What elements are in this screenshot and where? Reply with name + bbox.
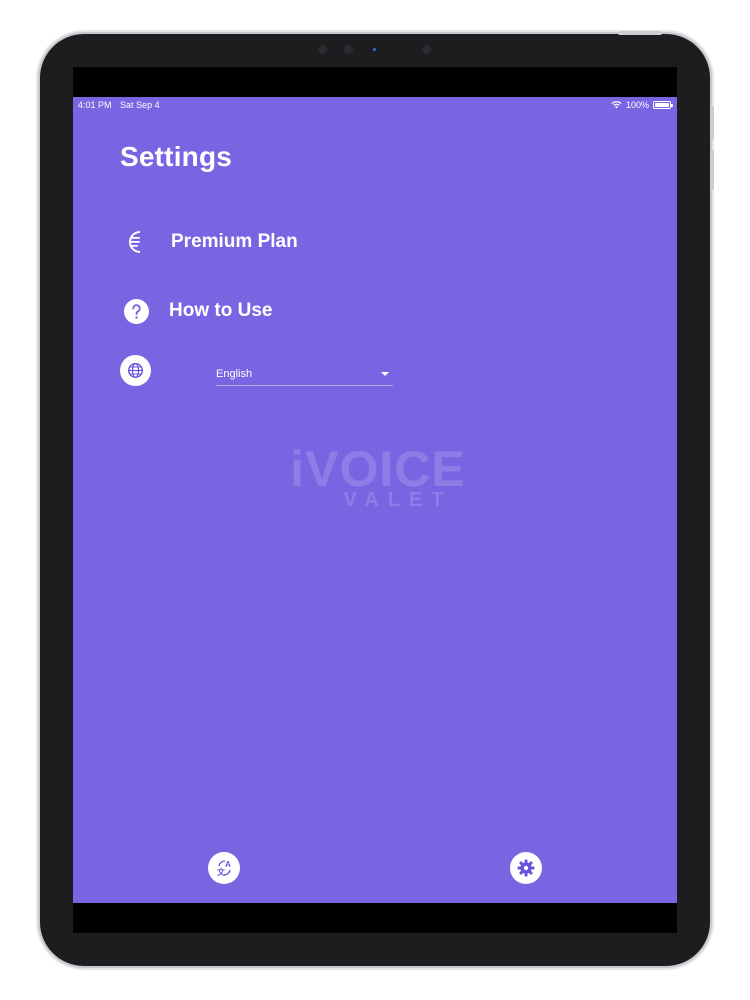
- wifi-icon: [611, 101, 622, 109]
- watermark-main-text: iVOICE: [290, 441, 466, 497]
- volume-up-button: [710, 106, 714, 140]
- status-bar: 4:01 PM Sat Sep 4 100%: [73, 97, 677, 111]
- dropdown-caret-icon: [381, 372, 389, 376]
- how-to-use-item[interactable]: How to Use: [120, 297, 272, 325]
- settings-screen: 4:01 PM Sat Sep 4 100% Settings Premium …: [73, 97, 677, 903]
- language-row: English: [120, 355, 393, 386]
- top-button: [618, 31, 662, 35]
- sensor-icon: [422, 45, 431, 54]
- camera-icon: [344, 45, 353, 54]
- premium-plan-label: Premium Plan: [171, 231, 298, 252]
- sensor-icon: [318, 45, 327, 54]
- how-to-use-label: How to Use: [169, 300, 273, 321]
- globe-icon: [120, 355, 151, 386]
- status-time: 4:01 PM: [78, 100, 112, 110]
- svg-text:A: A: [225, 860, 231, 869]
- language-selected-value: English: [216, 368, 253, 380]
- premium-icon: [129, 231, 141, 253]
- watermark-sub-text: VALET: [343, 489, 453, 511]
- indicator-light: [373, 48, 376, 51]
- status-date: Sat Sep 4: [120, 100, 160, 110]
- translate-tab-button[interactable]: A 文: [208, 852, 240, 884]
- question-icon: [123, 298, 149, 324]
- camera-housing: [310, 44, 440, 56]
- screen: 4:01 PM Sat Sep 4 100% Settings Premium …: [73, 67, 677, 933]
- battery-percent: 100%: [625, 100, 649, 110]
- language-dropdown[interactable]: English: [216, 365, 393, 386]
- gear-icon: [517, 859, 535, 877]
- premium-plan-item[interactable]: Premium Plan: [120, 228, 298, 256]
- page-title: Settings: [120, 141, 233, 172]
- watermark-logo: iVOICE VALET: [273, 443, 483, 512]
- translate-icon: A 文: [217, 860, 231, 877]
- battery-icon: [653, 101, 673, 109]
- settings-tab-button[interactable]: [510, 852, 542, 884]
- volume-down-button: [710, 150, 714, 190]
